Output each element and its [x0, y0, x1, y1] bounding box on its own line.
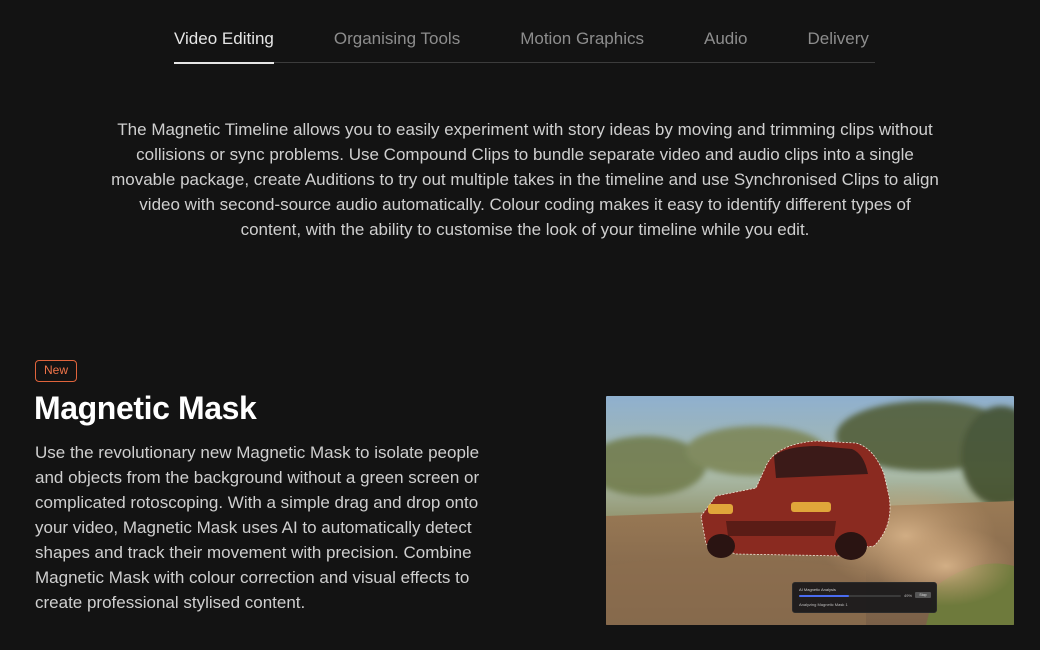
- stop-button[interactable]: Stop: [915, 592, 931, 598]
- feature-description: Use the revolutionary new Magnetic Mask …: [35, 443, 480, 612]
- new-badge: New: [35, 360, 78, 382]
- tab-organising-tools[interactable]: Organising Tools: [334, 0, 460, 63]
- analysis-status: Analyzing Magnetic Mask 1: [799, 602, 848, 607]
- ai-analysis-panel: AI Magnetic Analysis 49% Stop Analyzing …: [792, 582, 937, 613]
- tab-audio[interactable]: Audio: [704, 0, 747, 63]
- feature-title: Magnetic Mask: [34, 390, 257, 426]
- analysis-percent: 49%: [904, 593, 913, 598]
- analysis-progress-bar: [799, 595, 901, 597]
- tab-motion-graphics[interactable]: Motion Graphics: [520, 0, 644, 63]
- tab-delivery[interactable]: Delivery: [807, 0, 868, 63]
- rally-car-image: AI Magnetic Analysis 49% Stop Analyzing …: [606, 396, 1014, 625]
- intro-paragraph: The Magnetic Timeline allows you to easi…: [111, 120, 939, 239]
- feature-tabs: Video Editing Organising Tools Motion Gr…: [174, 0, 875, 64]
- tab-video-editing[interactable]: Video Editing: [174, 0, 274, 64]
- page: Video Editing Organising Tools Motion Gr…: [0, 0, 1040, 650]
- analysis-progress-fill: [799, 595, 849, 597]
- analysis-title: AI Magnetic Analysis: [799, 587, 836, 592]
